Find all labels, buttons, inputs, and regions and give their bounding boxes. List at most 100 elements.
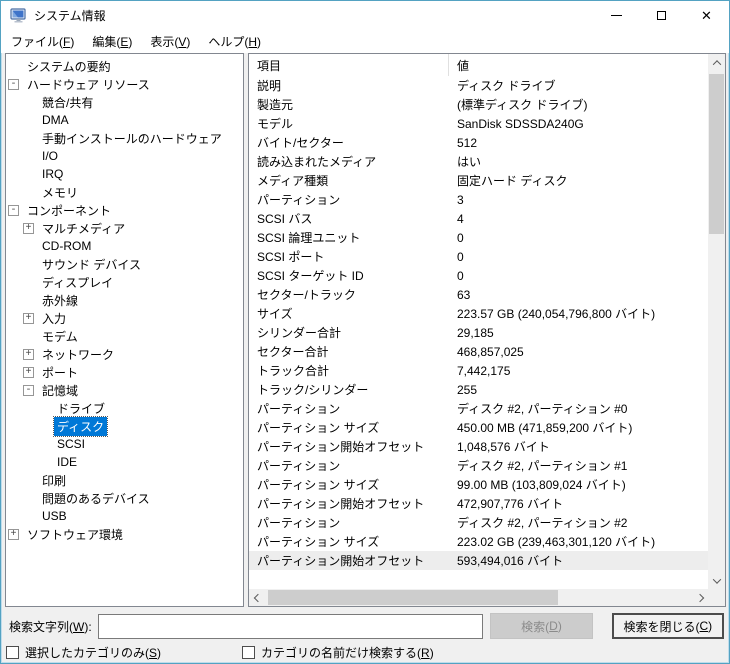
row-value-cell: 468,857,025	[457, 344, 524, 359]
scroll-down-button[interactable]	[708, 572, 725, 589]
table-row[interactable]: セクター合計 468,857,025	[249, 342, 708, 361]
table-row[interactable]: パーティション ディスク #2, パーティション #1	[249, 456, 708, 475]
expander-icon[interactable]: -	[8, 204, 19, 216]
tree-item[interactable]: IDE	[6, 453, 243, 471]
tree-item[interactable]: - コンポーネント	[6, 201, 243, 219]
horizontal-scrollbar-thumb[interactable]	[268, 590, 558, 605]
title-bar: システム情報 ✕	[1, 1, 729, 30]
vertical-scrollbar-thumb[interactable]	[709, 74, 724, 234]
table-row[interactable]: パーティション サイズ 450.00 MB (471,859,200 バイト)	[249, 418, 708, 437]
column-header-value[interactable]: 値	[449, 57, 708, 74]
table-row[interactable]: パーティション 3	[249, 190, 708, 209]
scroll-right-button[interactable]	[691, 589, 708, 606]
tree-item[interactable]: CD-ROM	[6, 237, 243, 255]
table-row[interactable]: パーティション開始オフセット 593,494,016 バイト	[249, 551, 708, 570]
tree-item[interactable]: モデム	[6, 327, 243, 345]
table-row[interactable]: パーティション サイズ 223.02 GB (239,463,301,120 バ…	[249, 532, 708, 551]
tree-item[interactable]: 競合/共有	[6, 93, 243, 111]
tree-item[interactable]: 手動インストールのハードウェア	[6, 129, 243, 147]
table-row[interactable]: パーティション開始オフセット 472,907,776 バイト	[249, 494, 708, 513]
table-row[interactable]: SCSI ポート 0	[249, 247, 708, 266]
close-search-button[interactable]: 検索を閉じる(C)	[611, 613, 724, 639]
tree-item-label: 記憶域	[42, 383, 79, 398]
only-selected-category-label[interactable]: 選択したカテゴリのみ(S)	[25, 644, 161, 661]
scroll-up-button[interactable]	[708, 54, 725, 71]
tree-item[interactable]: 赤外線	[6, 291, 243, 309]
tree-item[interactable]: 印刷	[6, 471, 243, 489]
tree-item[interactable]: SCSI	[6, 435, 243, 453]
expander-icon[interactable]: +	[23, 348, 34, 360]
only-selected-category-checkbox[interactable]	[6, 646, 19, 659]
scroll-left-button[interactable]	[249, 589, 266, 606]
table-row[interactable]: パーティション ディスク #2, パーティション #0	[249, 399, 708, 418]
row-item-cell: 読み込まれたメディア	[257, 155, 377, 169]
tree-item[interactable]: + ネットワーク	[6, 345, 243, 363]
caption-buttons: ✕	[594, 1, 729, 30]
tree-item[interactable]: ディスク	[6, 415, 243, 437]
table-row[interactable]: パーティション開始オフセット 1,048,576 バイト	[249, 437, 708, 456]
menu-item[interactable]: ヘルプ(H)	[199, 29, 270, 54]
table-row[interactable]: セクター/トラック 63	[249, 285, 708, 304]
row-item-cell: SCSI 論理ユニット	[257, 231, 361, 245]
tree-item[interactable]: メモリ	[6, 183, 243, 201]
tree-item[interactable]: ディスプレイ	[6, 273, 243, 291]
row-value-cell: ディスク #2, パーティション #1	[457, 459, 628, 473]
table-row[interactable]: トラック合計 7,442,175	[249, 361, 708, 380]
row-item-cell: SCSI バス	[257, 212, 313, 226]
table-row[interactable]: 説明 ディスク ドライブ	[249, 76, 708, 95]
table-row[interactable]: モデル SanDisk SDSSDA240G	[249, 114, 708, 133]
table-row[interactable]: パーティション サイズ 99.00 MB (103,809,024 バイト)	[249, 475, 708, 494]
category-names-only-label[interactable]: カテゴリの名前だけ検索する(R)	[261, 644, 434, 661]
maximize-button[interactable]	[639, 1, 684, 30]
maximize-icon	[657, 11, 666, 20]
expander-icon[interactable]: +	[23, 222, 34, 234]
menu-item[interactable]: 表示(V)	[141, 29, 199, 54]
vertical-scrollbar[interactable]	[708, 54, 725, 589]
tree-item-label: USB	[42, 509, 67, 523]
expander-icon[interactable]: +	[8, 528, 19, 540]
tree-item[interactable]: 問題のあるデバイス	[6, 489, 243, 507]
column-header-item[interactable]: 項目	[249, 54, 449, 76]
table-row[interactable]: パーティション ディスク #2, パーティション #2	[249, 513, 708, 532]
tree-item[interactable]: + ポート	[6, 363, 243, 381]
tree-item-label: ポート	[42, 365, 79, 380]
table-row[interactable]: SCSI 論理ユニット 0	[249, 228, 708, 247]
tree-item[interactable]: システムの要約	[6, 57, 243, 75]
tree-item[interactable]: サウンド デバイス	[6, 255, 243, 273]
table-row[interactable]: メディア種類 固定ハード ディスク	[249, 171, 708, 190]
horizontal-scrollbar[interactable]	[249, 589, 708, 606]
row-item-cell: メディア種類	[257, 174, 329, 188]
tree-item[interactable]: - ハードウェア リソース	[6, 75, 243, 93]
expander-icon[interactable]: -	[23, 384, 34, 396]
expander-icon[interactable]: +	[23, 312, 34, 324]
tree-item[interactable]: IRQ	[6, 165, 243, 183]
table-row[interactable]: シリンダー合計 29,185	[249, 323, 708, 342]
minimize-button[interactable]	[594, 1, 639, 30]
tree-item[interactable]: DMA	[6, 111, 243, 129]
close-button[interactable]: ✕	[684, 1, 729, 30]
menu-item[interactable]: 編集(E)	[83, 29, 141, 54]
row-item-cell: パーティション サイズ	[257, 478, 380, 492]
tree-item[interactable]: + マルチメディア	[6, 219, 243, 237]
table-row[interactable]: 製造元 (標準ディスク ドライブ)	[249, 95, 708, 114]
chevron-down-icon	[712, 574, 721, 584]
tree-item[interactable]: ドライブ	[6, 399, 243, 417]
table-row[interactable]: SCSI バス 4	[249, 209, 708, 228]
tree-item[interactable]: + ソフトウェア環境	[6, 525, 243, 543]
expander-icon[interactable]: -	[8, 78, 19, 90]
table-row[interactable]: SCSI ターゲット ID 0	[249, 266, 708, 285]
tree-item-label: ハードウェア リソース	[27, 77, 150, 92]
table-row[interactable]: トラック/シリンダー 255	[249, 380, 708, 399]
tree-item[interactable]: + 入力	[6, 309, 243, 327]
expander-icon[interactable]: +	[23, 366, 34, 378]
tree-item[interactable]: - 記憶域	[6, 381, 243, 399]
table-row[interactable]: 読み込まれたメディア はい	[249, 152, 708, 171]
menu-item[interactable]: ファイル(F)	[2, 29, 83, 54]
table-row[interactable]: バイト/セクター 512	[249, 133, 708, 152]
table-row[interactable]: サイズ 223.57 GB (240,054,796,800 バイト)	[249, 304, 708, 323]
tree-item[interactable]: I/O	[6, 147, 243, 165]
category-names-only-checkbox[interactable]	[242, 646, 256, 659]
search-input[interactable]	[97, 613, 484, 639]
tree-item[interactable]: USB	[6, 507, 243, 525]
row-item-cell: 説明	[257, 79, 282, 93]
